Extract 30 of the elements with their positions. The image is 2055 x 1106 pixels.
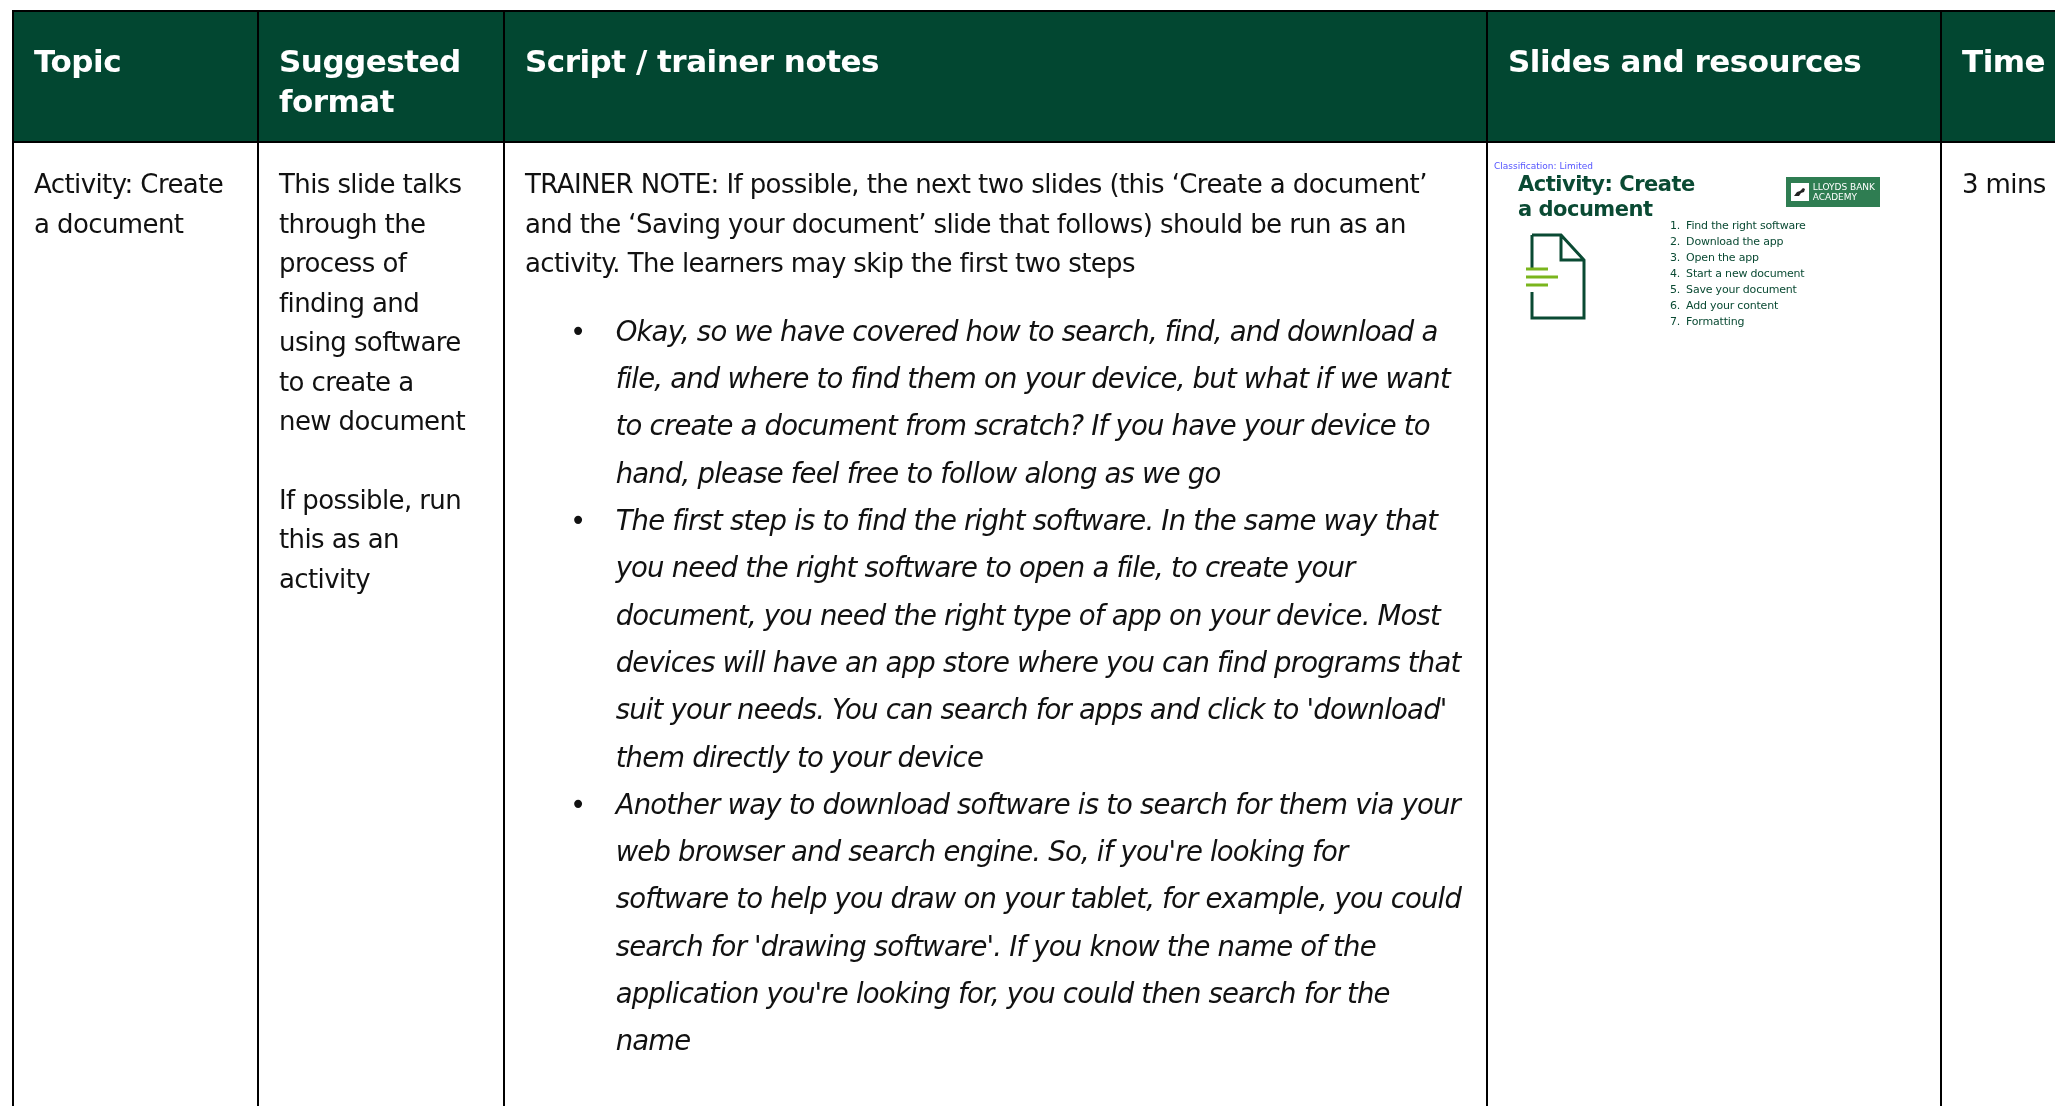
- column-header: Suggested format: [258, 11, 504, 143]
- slide-step: Formatting: [1686, 314, 1745, 331]
- step-number: 6.: [1670, 298, 1681, 315]
- step-number: 5.: [1670, 282, 1681, 299]
- slide-step: Open the app: [1686, 250, 1759, 267]
- script-bullet: The first step is to find the right software. In the same way that you need the right software to open a file, to create your document, you need the right type of app on your device. Most devices will have an app store where you can find programs that suit your needs. You can search for apps and click to 'download' them directly to your device: [615, 503, 1463, 775]
- slide-step: Save your document: [1686, 282, 1797, 299]
- topic-text: Activity: Create a document: [34, 169, 224, 239]
- column-header: Slides and resources: [1487, 11, 1941, 143]
- logo-text: LLOYDS BANK ACADEMY: [1812, 182, 1875, 203]
- step-number: 4.: [1670, 266, 1681, 283]
- step-number: 3.: [1670, 250, 1681, 267]
- step-number: 2.: [1670, 234, 1681, 251]
- step-number: 7.: [1670, 314, 1681, 331]
- script-bullet: Another way to download software is to search for them via your web browser and search engine. So, if you're looking for software to help you draw on your tablet, for example, you could search for 'drawing software'. If you know the name of the application you're looking for, you could then search for the name: [615, 786, 1463, 1059]
- bullet-marker: •: [570, 503, 586, 539]
- format-text: If possible, run this as an activity: [279, 483, 463, 596]
- format-text: This slide talks through the process of finding and using software to create a new document: [279, 168, 466, 439]
- trainer-note-text: TRAINER NOTE: If possible, the next two slides (this ‘Create a document’ and the ‘Saving your document’ slide that follows) should be run as an activity. The learners may skip the first two steps: [525, 168, 1428, 281]
- bullet-marker: •: [570, 786, 586, 822]
- script-bullet: Okay, so we have covered how to search, find, and download a file, and where to find them on your device, but what if we want to create a document from scratch? If you have your device to hand, please feel free to follow along as we go: [615, 313, 1453, 491]
- column-header: Topic: [13, 11, 258, 143]
- slide-step: Add your content: [1686, 298, 1779, 315]
- column-header: Script / trainer notes: [504, 11, 1487, 143]
- slide-step: Start a new document: [1686, 266, 1805, 283]
- column-header: Time: [1941, 11, 2055, 143]
- bullet-marker: •: [570, 313, 586, 349]
- slide-step: Download the app: [1686, 234, 1784, 251]
- classification-label: Classification: Limited: [1494, 161, 1593, 173]
- time-text: 3 mins: [1962, 169, 2046, 200]
